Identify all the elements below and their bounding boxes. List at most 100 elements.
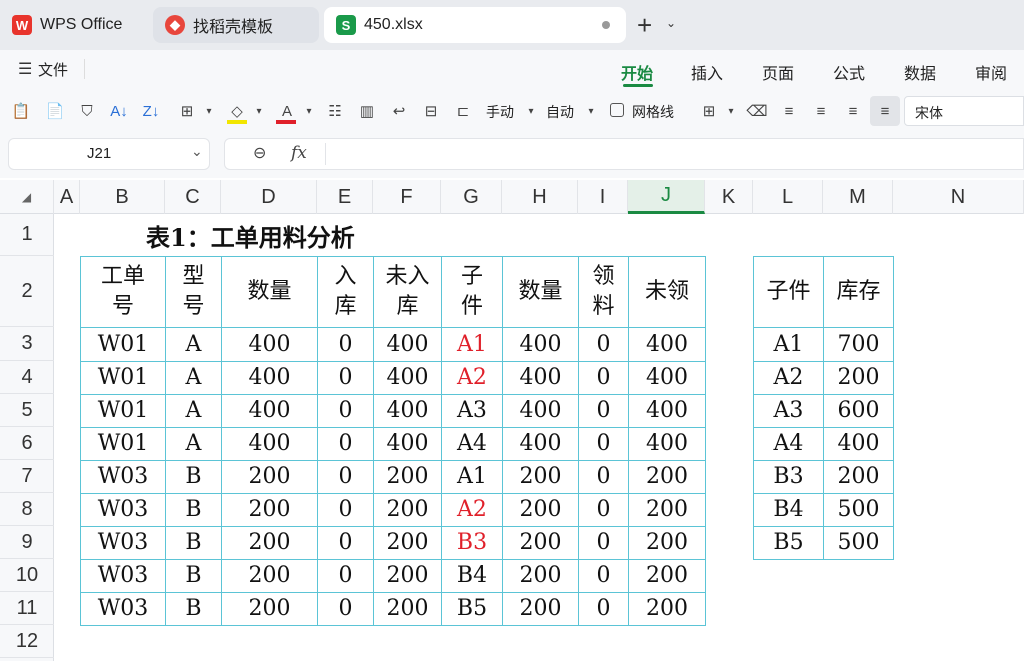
row-header-3[interactable]: 3 bbox=[0, 327, 54, 361]
table-cell[interactable]: A bbox=[165, 427, 222, 461]
table-cell[interactable]: W01 bbox=[80, 361, 166, 395]
table-cell[interactable]: 0 bbox=[578, 394, 629, 428]
filter-icon[interactable]: ⛉ bbox=[76, 100, 98, 122]
table-cell[interactable]: 0 bbox=[578, 559, 629, 593]
table-cell[interactable]: W03 bbox=[80, 493, 166, 527]
stock-cell[interactable]: 400 bbox=[823, 427, 894, 461]
table-header-cell[interactable]: 入 库 bbox=[317, 256, 374, 328]
column-header-g[interactable]: G bbox=[441, 180, 502, 214]
table-header-cell[interactable]: 型 号 bbox=[165, 256, 222, 328]
table-cell[interactable]: W03 bbox=[80, 526, 166, 560]
unsaved-dot-icon[interactable] bbox=[602, 21, 610, 29]
table-cell[interactable]: A bbox=[165, 394, 222, 428]
table-cell[interactable]: 0 bbox=[317, 559, 374, 593]
chevron-down-icon[interactable]: ▾ bbox=[720, 100, 742, 122]
table-cell[interactable]: 200 bbox=[502, 493, 579, 527]
paste-values-icon[interactable]: 📋 bbox=[10, 100, 32, 122]
file-menu[interactable]: 文件 bbox=[38, 59, 68, 80]
table-cell[interactable]: W01 bbox=[80, 327, 166, 362]
paste-format-icon[interactable]: 📄 bbox=[44, 100, 66, 122]
row-header-12[interactable]: 12 bbox=[0, 625, 54, 658]
table-cell[interactable]: 400 bbox=[628, 327, 706, 362]
chevron-down-icon[interactable]: ▾ bbox=[580, 100, 602, 122]
stock-header-cell[interactable]: 库存 bbox=[823, 256, 894, 328]
table-header-cell[interactable]: 数量 bbox=[221, 256, 318, 328]
fill-color-icon[interactable]: ◇ bbox=[226, 100, 248, 122]
column-header-b[interactable]: B bbox=[80, 180, 165, 214]
clear-format-icon[interactable]: ⌫ bbox=[746, 100, 768, 122]
stock-header-cell[interactable]: 子件 bbox=[753, 256, 824, 328]
table-cell[interactable]: A1 bbox=[441, 460, 503, 494]
tab-docer[interactable]: ◆ 找稻壳模板 bbox=[153, 7, 319, 43]
borders-icon[interactable]: ⊞ bbox=[176, 100, 198, 122]
table-cell[interactable]: 400 bbox=[502, 394, 579, 428]
merge-cells-icon[interactable]: ⊟ bbox=[420, 100, 442, 122]
table-cell[interactable]: 400 bbox=[221, 361, 318, 395]
column-header-m[interactable]: M bbox=[823, 180, 893, 214]
format-columns-icon[interactable]: ▥ bbox=[356, 100, 378, 122]
table-cell[interactable]: 200 bbox=[373, 493, 442, 527]
stock-cell[interactable]: B4 bbox=[753, 493, 824, 527]
table-cell[interactable]: 200 bbox=[221, 559, 318, 593]
table-cell[interactable]: 200 bbox=[502, 526, 579, 560]
font-family-select[interactable]: 宋体 bbox=[904, 96, 1024, 126]
row-header-6[interactable]: 6 bbox=[0, 427, 54, 460]
table-cell[interactable]: 200 bbox=[628, 493, 706, 527]
table-cell[interactable]: 200 bbox=[373, 592, 442, 626]
table-cell[interactable]: W03 bbox=[80, 460, 166, 494]
table-cell[interactable]: 200 bbox=[221, 526, 318, 560]
table-cell[interactable]: 400 bbox=[221, 427, 318, 461]
stock-cell[interactable]: 500 bbox=[823, 493, 894, 527]
table-cell[interactable]: 0 bbox=[317, 361, 374, 395]
table-cell[interactable]: A2 bbox=[441, 361, 503, 395]
tab-review[interactable]: 审阅 bbox=[975, 60, 1007, 84]
table-cell[interactable]: 200 bbox=[502, 559, 579, 593]
chevron-down-icon[interactable]: ▾ bbox=[248, 100, 270, 122]
table-cell[interactable]: 400 bbox=[502, 427, 579, 461]
column-header-d[interactable]: D bbox=[221, 180, 317, 214]
column-header-k[interactable]: K bbox=[705, 180, 753, 214]
stock-cell[interactable]: A4 bbox=[753, 427, 824, 461]
table-cell[interactable]: 200 bbox=[221, 460, 318, 494]
table-cell[interactable]: 400 bbox=[373, 427, 442, 461]
tab-wps-office[interactable]: W WPS Office bbox=[0, 7, 148, 43]
table-cell[interactable]: 200 bbox=[373, 559, 442, 593]
table-header-cell[interactable]: 子 件 bbox=[441, 256, 503, 328]
tab-formula[interactable]: 公式 bbox=[833, 60, 865, 84]
stock-cell[interactable]: A3 bbox=[753, 394, 824, 428]
row-header-4[interactable]: 4 bbox=[0, 361, 54, 394]
column-header-h[interactable]: H bbox=[502, 180, 578, 214]
table-cell[interactable]: 200 bbox=[221, 592, 318, 626]
stock-cell[interactable]: 600 bbox=[823, 394, 894, 428]
column-header-f[interactable]: F bbox=[373, 180, 441, 214]
stock-cell[interactable]: A1 bbox=[753, 327, 824, 362]
table-cell[interactable]: 0 bbox=[578, 327, 629, 362]
table-cell[interactable]: A4 bbox=[441, 427, 503, 461]
table-cell[interactable]: 400 bbox=[373, 394, 442, 428]
table-cell[interactable]: 0 bbox=[317, 460, 374, 494]
new-tab-button[interactable]: + bbox=[637, 10, 652, 41]
column-header-e[interactable]: E bbox=[317, 180, 373, 214]
table-cell[interactable]: 0 bbox=[317, 526, 374, 560]
table-cell[interactable]: B3 bbox=[441, 526, 503, 560]
column-header-l[interactable]: L bbox=[753, 180, 823, 214]
chevron-down-icon[interactable]: ▾ bbox=[298, 100, 320, 122]
table-header-cell[interactable]: 未入 库 bbox=[373, 256, 442, 328]
column-header-j[interactable]: J bbox=[628, 180, 705, 214]
row-header-5[interactable]: 5 bbox=[0, 394, 54, 427]
row-header-2[interactable]: 2 bbox=[0, 256, 54, 327]
table-cell[interactable]: 0 bbox=[578, 493, 629, 527]
freeze-panes-icon[interactable]: ⊏ bbox=[452, 100, 474, 122]
row-header-1[interactable]: 1 bbox=[0, 214, 54, 256]
table-cell[interactable]: B bbox=[165, 460, 222, 494]
table-cell[interactable]: 0 bbox=[317, 394, 374, 428]
table-cell[interactable]: 400 bbox=[628, 394, 706, 428]
select-all-corner[interactable]: ◢ bbox=[0, 180, 54, 214]
column-header-c[interactable]: C bbox=[165, 180, 221, 214]
table-cell[interactable]: 200 bbox=[373, 526, 442, 560]
table-cell[interactable]: 200 bbox=[221, 493, 318, 527]
column-header-n[interactable]: N bbox=[893, 180, 1024, 214]
table-cell[interactable]: B bbox=[165, 592, 222, 626]
tab-450-xlsx[interactable]: S 450.xlsx bbox=[324, 7, 626, 43]
formula-input[interactable]: ⊖ fx bbox=[224, 138, 1024, 170]
